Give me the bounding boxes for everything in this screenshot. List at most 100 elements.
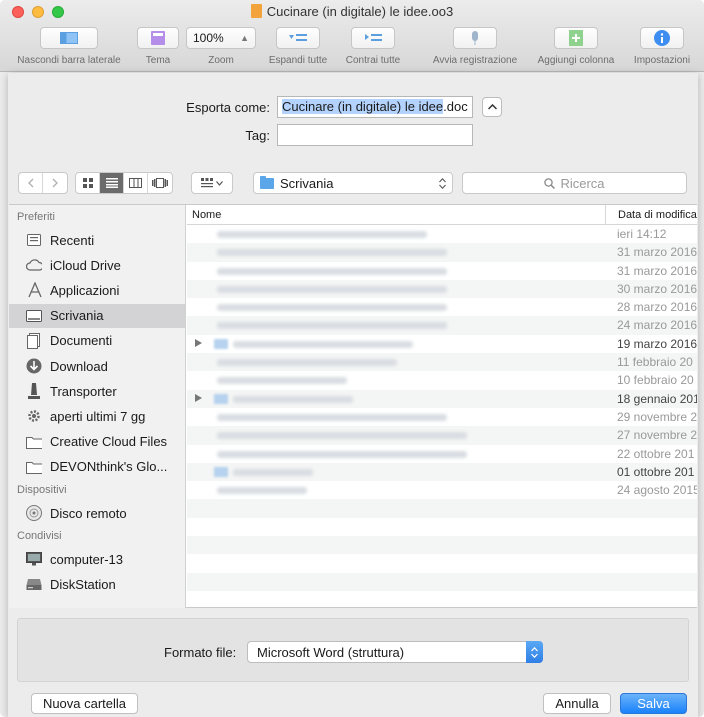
- app-window: Cucinare (in digitale) le idee.oo3 Nasco…: [0, 0, 704, 717]
- cancel-button[interactable]: Annulla: [543, 693, 611, 714]
- disclosure-triangle-icon[interactable]: [195, 393, 202, 402]
- blurred-file-name: [233, 395, 353, 403]
- sidebar-item-aperti-ultimi-7-gg[interactable]: aperti ultimi 7 gg: [9, 404, 185, 428]
- table-row[interactable]: 18 gennaio 201: [187, 389, 697, 408]
- search-input[interactable]: Ricerca: [462, 172, 687, 194]
- folder-icon: [214, 466, 228, 477]
- disc-icon: [26, 505, 42, 521]
- expand-all-button[interactable]: [276, 27, 320, 49]
- sidebar-item-disco-remoto[interactable]: Disco remoto: [9, 501, 185, 525]
- sidebar-item-label: Scrivania: [50, 308, 104, 324]
- toolbar-zoom[interactable]: 100% ▲ Zoom: [186, 27, 256, 66]
- start-recording-button[interactable]: [453, 27, 497, 49]
- file-date: 11 febbraio 20: [617, 355, 693, 370]
- chevron-down-icon: [216, 180, 223, 186]
- microphone-icon: [472, 30, 478, 45]
- table-row[interactable]: 10 febbraio 20: [187, 371, 697, 389]
- table-row[interactable]: 27 novembre 2: [187, 426, 697, 445]
- format-popup[interactable]: Microsoft Word (struttura): [247, 641, 543, 663]
- disclosure-triangle-icon[interactable]: [195, 338, 202, 347]
- sidebar-item-label: Download: [50, 358, 108, 374]
- table-row[interactable]: 30 marzo 2016: [187, 279, 697, 299]
- arrange-button[interactable]: [191, 172, 233, 194]
- save-button[interactable]: Salva: [620, 693, 687, 714]
- table-row[interactable]: 31 marzo 2016: [187, 262, 697, 280]
- tags-input[interactable]: [277, 124, 473, 146]
- list-view-button[interactable]: [100, 173, 124, 193]
- search-placeholder: Ricerca: [560, 175, 605, 191]
- table-row[interactable]: 24 agosto 2015: [187, 481, 697, 499]
- sidebar-item-applicazioni[interactable]: Applicazioni: [9, 278, 185, 302]
- sidebar-item-creative-cloud-files[interactable]: Creative Cloud Files: [9, 430, 185, 454]
- sidebar-item-scrivania[interactable]: Scrivania: [9, 303, 185, 328]
- table-row: [187, 572, 697, 591]
- table-row[interactable]: 24 marzo 2016: [187, 316, 697, 335]
- add-column-button[interactable]: [554, 27, 598, 49]
- sidebar-item-label: Applicazioni: [50, 282, 120, 298]
- folder-icon: [260, 175, 274, 189]
- toolbar-expand-all[interactable]: Espandi tutte: [262, 27, 334, 66]
- sidebar-item-label: Transporter: [50, 383, 117, 399]
- blurred-file-name: [217, 487, 307, 495]
- table-row[interactable]: 19 marzo 2016: [187, 335, 697, 353]
- sidebar-item-recenti[interactable]: Recenti: [9, 228, 185, 252]
- sidebar-section-heading: Dispositivi: [17, 484, 67, 496]
- collapse-all-button[interactable]: [351, 27, 395, 49]
- icon-view-button[interactable]: [76, 173, 100, 193]
- table-row[interactable]: 01 ottobre 201: [187, 462, 697, 482]
- sidebar-item-download[interactable]: Download: [9, 354, 185, 378]
- sidebar-item-computer-13[interactable]: computer-13: [9, 547, 185, 571]
- table-row[interactable]: 31 marzo 2016: [187, 243, 697, 262]
- toolbar-label: Contrai tutte: [345, 55, 401, 66]
- forward-button[interactable]: [43, 173, 67, 193]
- filename-input[interactable]: Cucinare (in digitale) le idee.doc: [277, 96, 473, 118]
- new-folder-button[interactable]: Nuova cartella: [31, 693, 138, 714]
- expand-dialog-button[interactable]: [482, 97, 502, 117]
- column-name-header[interactable]: Nome: [192, 209, 221, 221]
- server-icon: [26, 576, 42, 592]
- table-row: [187, 518, 697, 536]
- file-date: 27 novembre 2: [617, 428, 697, 443]
- location-popup[interactable]: Scrivania: [253, 172, 453, 194]
- zoom-stepper[interactable]: 100% ▲: [186, 27, 256, 49]
- table-row[interactable]: 11 febbraio 20: [187, 353, 697, 372]
- settings-button[interactable]: [640, 27, 684, 49]
- sidebar-item-label: aperti ultimi 7 gg: [50, 408, 146, 424]
- toolbar-label: Nascondi barra laterale: [17, 55, 121, 66]
- collapse-all-icon: [365, 34, 382, 41]
- stepper-arrows-icon[interactable]: ▲: [240, 33, 249, 43]
- column-view-button[interactable]: [124, 173, 148, 193]
- toolbar-start-recording[interactable]: Avvia registrazione: [424, 27, 526, 66]
- blurred-file-name: [217, 267, 447, 275]
- table-row: [187, 499, 697, 518]
- sidebar-item-transporter[interactable]: Transporter: [9, 379, 185, 403]
- transporter-icon: [26, 383, 42, 400]
- back-button[interactable]: [19, 173, 43, 193]
- sidebar-item-label: computer-13: [50, 551, 123, 567]
- table-row[interactable]: ieri 14:12: [187, 225, 697, 243]
- sidebar-item-icloud-drive[interactable]: iCloud Drive: [9, 253, 185, 277]
- toolbar-settings[interactable]: Impostazioni: [626, 27, 698, 66]
- sidebar-item-label: DiskStation: [50, 576, 116, 592]
- sidebar: Preferiti Recenti iCloud Drive Applicazioni…: [9, 205, 186, 608]
- list-view-icon: [105, 178, 118, 188]
- toolbar-theme[interactable]: Tema: [136, 27, 180, 66]
- table-row[interactable]: 22 ottobre 201: [187, 445, 697, 463]
- sidebar-item-devonthink-s-glo[interactable]: DEVONthink's Glo...: [9, 455, 185, 479]
- sidebar-item-label: Disco remoto: [50, 505, 127, 521]
- sidebar-section-heading: Preferiti: [17, 211, 55, 223]
- sidebar-item-diskstation[interactable]: DiskStation: [9, 572, 185, 596]
- folder-icon: [214, 393, 228, 404]
- blurred-file-name: [217, 359, 397, 367]
- coverflow-view-button[interactable]: [148, 173, 172, 193]
- toolbar-hide-sidebar[interactable]: Nascondi barra laterale: [6, 27, 132, 66]
- sidebar-item-documenti[interactable]: Documenti: [9, 329, 185, 353]
- sidebar-item-label: Documenti: [50, 333, 113, 349]
- column-date-header[interactable]: Data di modifica: [605, 205, 697, 225]
- toolbar-collapse-all[interactable]: Contrai tutte: [338, 27, 408, 66]
- table-row[interactable]: 28 marzo 2016: [187, 298, 697, 316]
- table-row[interactable]: 29 novembre 2: [187, 408, 697, 426]
- toolbar-add-column[interactable]: Aggiungi colonna: [528, 27, 624, 66]
- hide-sidebar-button[interactable]: [40, 27, 98, 49]
- theme-button[interactable]: [137, 27, 179, 49]
